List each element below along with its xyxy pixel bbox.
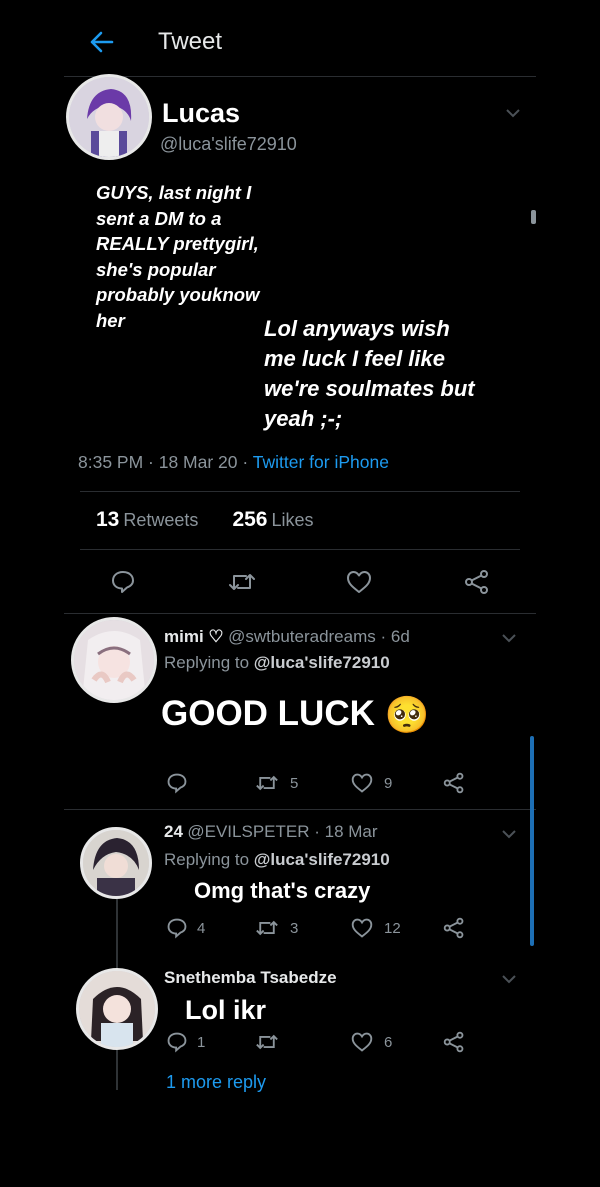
reply-author-handle[interactable]: @EVILSPETER · 18 Mar [187,822,377,841]
author-name[interactable]: Lucas [162,98,240,129]
chevron-down-icon[interactable] [505,108,521,118]
avatar-reply-2[interactable] [80,827,152,899]
share-icon[interactable] [463,569,491,595]
divider [64,613,536,614]
reply-text: Lol ikr [185,995,267,1025]
divider [64,809,536,810]
chevron-down-icon[interactable] [501,974,517,984]
replying-to-link[interactable]: @luca'slife72910 [254,653,390,672]
avatar-image [79,971,155,1047]
reply-text: GOOD LUCK 🥺 [161,694,430,735]
comment-count: 1 [197,1034,206,1051]
divider [80,491,520,492]
page-title: Tweet [158,28,223,55]
replying-to: Replying to @luca'slife72910 [164,653,390,672]
like-count: 6 [384,1034,393,1051]
like-count: 9 [384,775,393,792]
reply-author-name[interactable]: Snethemba Tsabedze [164,968,337,988]
reply-header: mimi ♡ @swtbuteradreams · 6d [164,627,410,647]
avatar-main[interactable] [66,74,152,160]
share-icon[interactable] [442,1031,466,1053]
retweet-count: 5 [290,775,299,792]
like-count: 12 [384,920,401,937]
tweet-source-link[interactable]: Twitter for iPhone [253,452,389,472]
comment-icon[interactable] [166,917,188,939]
avatar-reply-1[interactable] [71,617,157,703]
reply-author-handle[interactable]: @swtbuteradreams · 6d [228,627,410,646]
comment-count: 4 [197,920,206,937]
retweet-icon[interactable] [255,1031,279,1053]
share-icon[interactable] [442,917,466,939]
likes-stat[interactable]: 256 Likes [232,508,313,531]
avatar-image [83,830,149,896]
replying-to: Replying to @luca'slife72910 [164,850,390,869]
tweet-time: 8:35 PM · 18 Mar 20 · [78,452,253,472]
author-handle[interactable]: @luca'slife72910 [160,134,297,155]
thread-line [116,895,118,970]
scroll-mark [531,210,536,224]
chevron-down-icon[interactable] [501,829,517,839]
pleading-face-emoji: 🥺 [384,694,430,735]
comment-icon[interactable] [166,1031,188,1053]
divider [80,549,520,550]
tweet-text-left: GUYS, last night I sent a DM to a REALLY… [96,182,260,331]
avatar-image [74,620,154,700]
thread-line [116,1050,118,1090]
reply-text: Omg that's crazy [194,878,371,903]
back-arrow-icon[interactable] [86,28,116,56]
tweet-text-right: Lol anyways wish me luck I feel like we'… [264,316,475,431]
like-icon[interactable] [345,569,373,595]
comment-icon[interactable] [166,772,188,794]
like-icon[interactable] [350,917,374,939]
retweet-count: 3 [290,920,299,937]
reply-header: 24 @EVILSPETER · 18 Mar [164,822,378,842]
retweet-icon[interactable] [255,917,279,939]
chevron-down-icon[interactable] [501,633,517,643]
avatar-reply-3[interactable] [76,968,158,1050]
retweets-stat[interactable]: 13 Retweets [96,508,198,531]
scrollbar[interactable] [530,736,534,946]
more-replies-link[interactable]: 1 more reply [166,1072,266,1093]
avatar-image [69,77,149,157]
reply-author-name[interactable]: mimi ♡ [164,627,224,646]
replying-to-link[interactable]: @luca'slife72910 [254,850,390,869]
retweet-icon[interactable] [255,772,279,794]
like-icon[interactable] [350,1031,374,1053]
comment-icon[interactable] [110,569,136,595]
like-icon[interactable] [350,772,374,794]
divider [64,76,536,77]
tweet-meta: 8:35 PM · 18 Mar 20 · Twitter for iPhone [78,452,389,473]
tweet-stats: 13 Retweets 256 Likes [96,508,314,532]
reply-author-name[interactable]: 24 [164,822,183,841]
share-icon[interactable] [442,772,466,794]
retweet-icon[interactable] [228,569,256,595]
